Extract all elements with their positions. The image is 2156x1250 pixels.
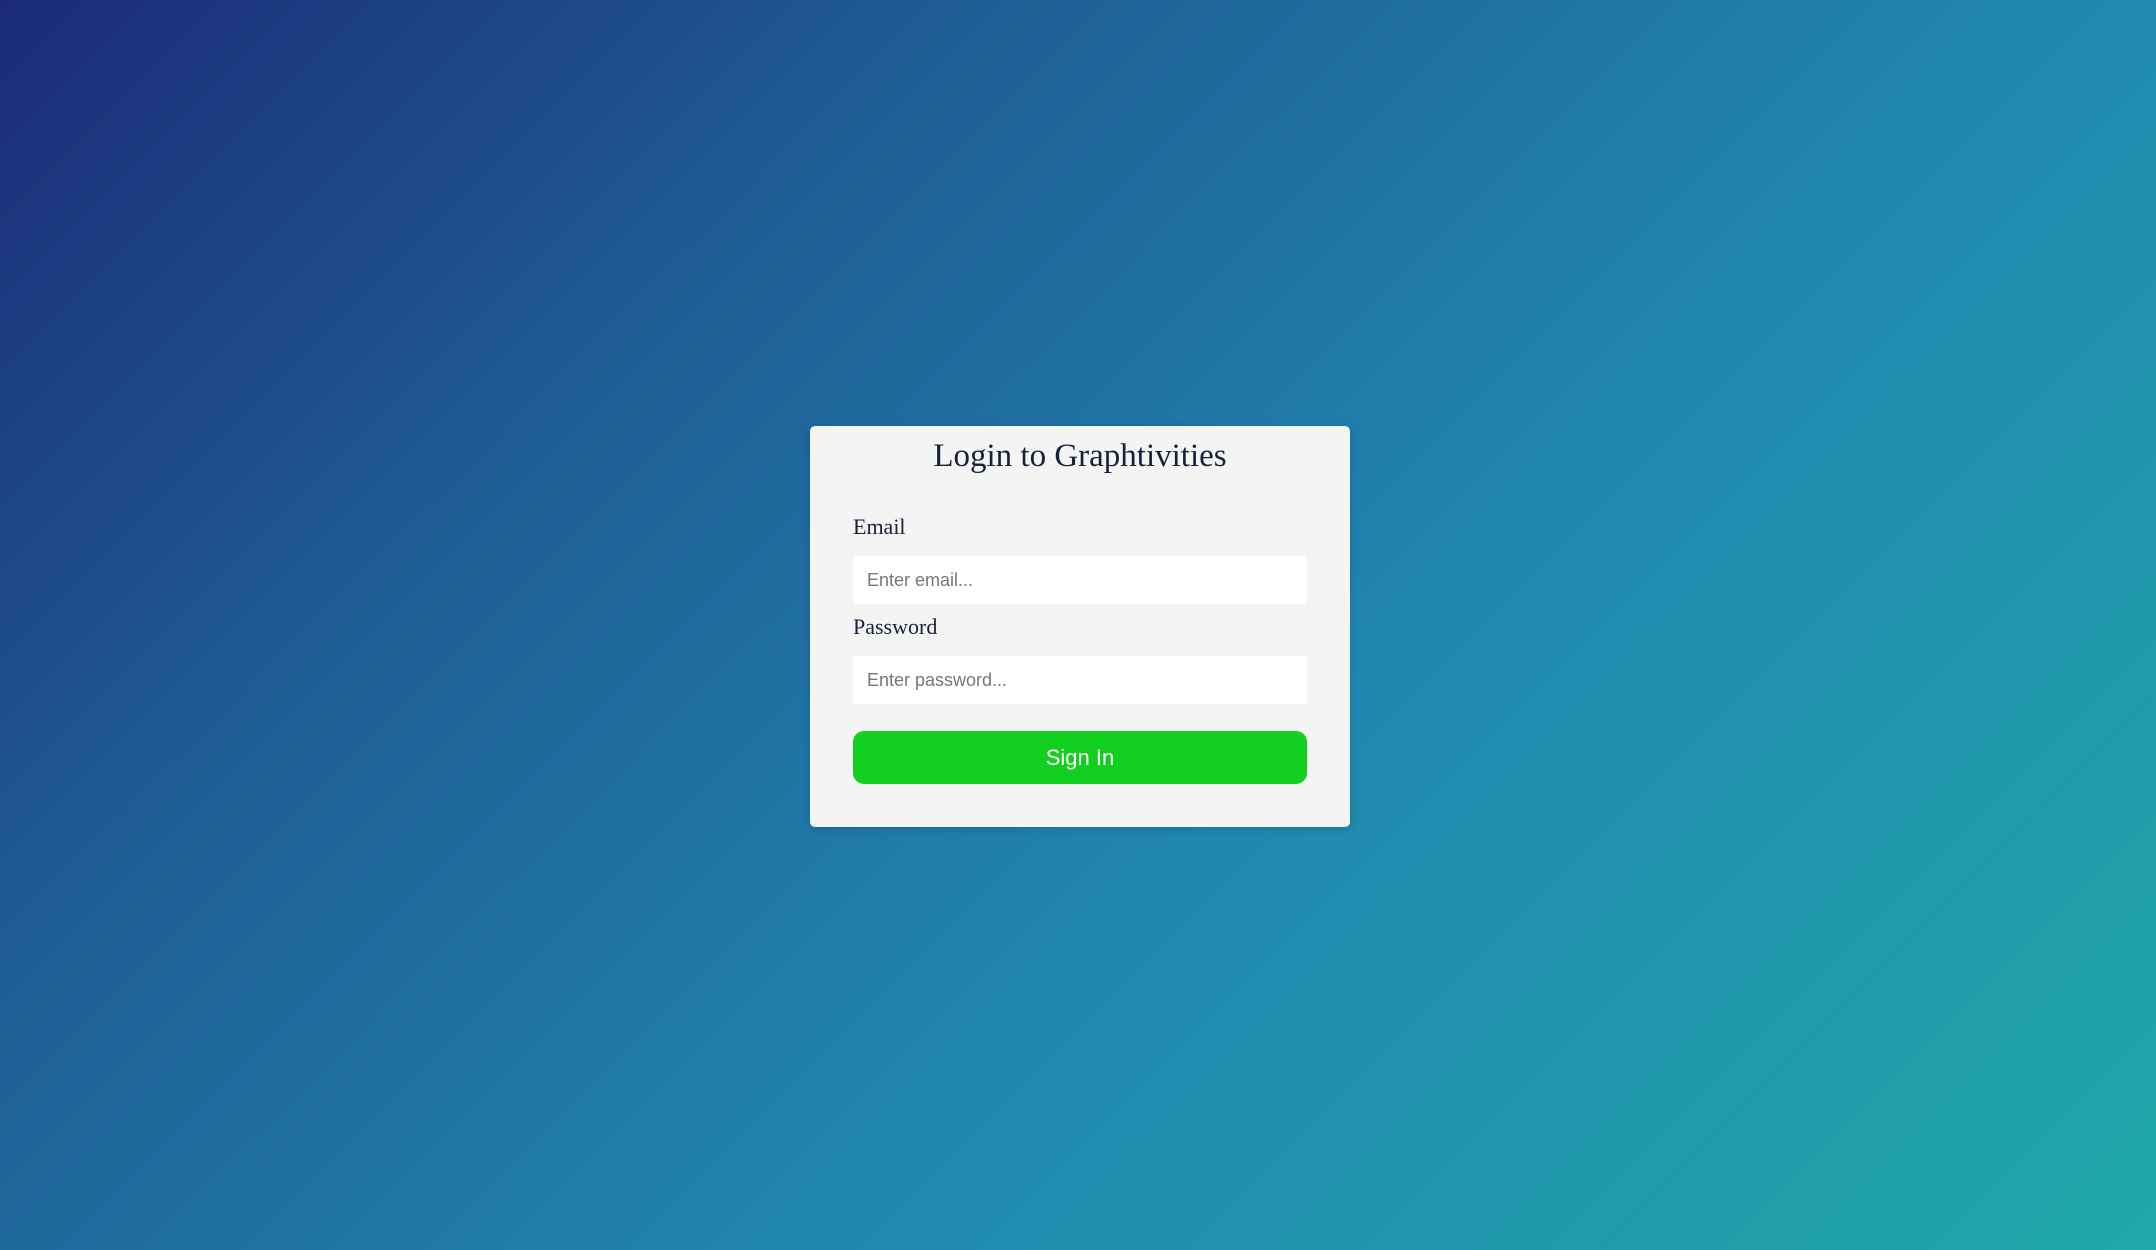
- password-field[interactable]: [853, 656, 1307, 704]
- login-title: Login to Graphtivities: [933, 438, 1227, 474]
- sign-in-button[interactable]: Sign In: [853, 731, 1307, 784]
- login-card: Login to Graphtivities Email Password Si…: [810, 426, 1350, 827]
- password-label: Password: [853, 614, 938, 639]
- email-field[interactable]: [853, 556, 1307, 604]
- email-label: Email: [853, 514, 906, 539]
